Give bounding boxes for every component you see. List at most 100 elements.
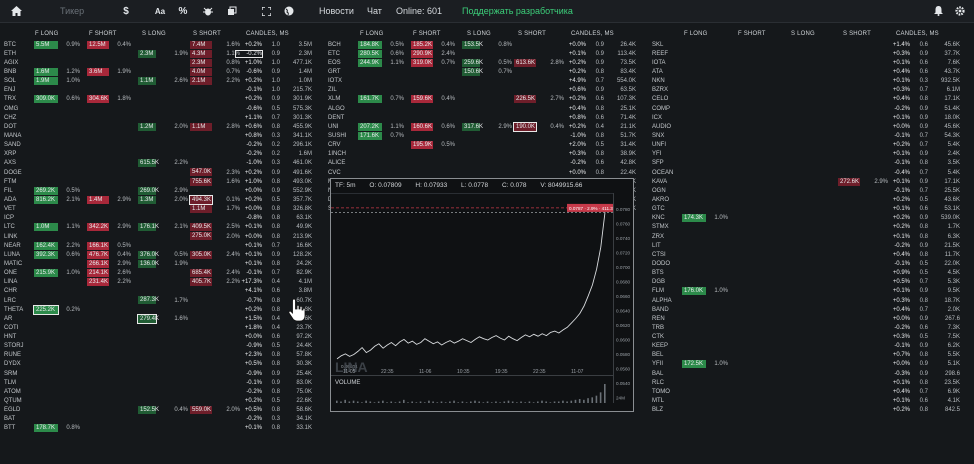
font-size-icon[interactable]: Aa xyxy=(152,3,168,19)
ticker-row[interactable]: LUNA 392.3K 0.6% 476.7K 0.4% 376.0K 0.5% 305.0K… xyxy=(4,250,324,259)
ticker-row[interactable]: DODO -0.1% 0.5 22.0K xyxy=(652,259,972,268)
ticker-row[interactable]: MATIC 266.1K 2.9% 136.0K 1.9% +0.1% 0.8 24.2K xyxy=(4,259,324,268)
ticker-row[interactable]: IOTA +0.1% 0.6 7.6K xyxy=(652,58,972,67)
ticker-row[interactable]: HNT +0.0% 0.6 97.2K xyxy=(4,333,324,342)
ticker-row[interactable]: EGLD 152.5K 0.4% 559.0K 2.0% +0.5% 0.8 58.6K xyxy=(4,406,324,415)
col1-header-candles[interactable]: CANDLES, MS xyxy=(246,31,289,37)
ticker-row[interactable]: SOL 1.9M 1.0% 1.1M 2.6% 2.1M 2.2% +0.2% 1.0 1.0M xyxy=(4,77,324,86)
ticker-row[interactable]: OGN -0.1% 0.7 25.5K xyxy=(652,186,972,195)
col3-header-s-short[interactable]: S SHORT xyxy=(843,31,871,37)
ticker-row[interactable]: LINK 275.0K 2.0% +0.0% 0.8 213.9K xyxy=(4,232,324,241)
ticker-row[interactable]: ZIL +0.6% 0.9 63.5K xyxy=(328,86,648,95)
ticker-row[interactable]: BAND +0.4% 0.7 2.0K xyxy=(652,305,972,314)
ticker-row[interactable]: MANA +0.8% 0.3 341.1K xyxy=(4,131,324,140)
ticker-row[interactable]: XLM 161.7K 0.7% 159.6K 0.4% 226.5K 2.7% +0.2% 0.… xyxy=(328,95,648,104)
ticker-row[interactable]: OCEAN -0.4% 0.7 5.4K xyxy=(652,168,972,177)
ticker-row[interactable]: DYDX +0.5% 0.8 30.3K xyxy=(4,360,324,369)
ticker-row[interactable]: BZRX +0.3% 0.7 6.1M xyxy=(652,86,972,95)
ticker-row[interactable]: KAVA 272.6K 2.9% +0.1% 0.9 17.1K xyxy=(652,177,972,186)
support-developer-link[interactable]: Поддержать разработчика xyxy=(462,6,573,16)
copy-icon[interactable] xyxy=(224,3,240,19)
ticker-row[interactable]: FLM 176.0K 1.0% +0.1% 0.9 9.5K xyxy=(652,287,972,296)
ticker-row[interactable]: LINA 231.4K 2.2% 405.7K 2.2% +17.3% 0.4 4.1M xyxy=(4,278,324,287)
ticker-row[interactable]: KEEP -0.1% 0.9 6.2K xyxy=(652,342,972,351)
ticker-row[interactable]: BAT -0.2% 0.3 34.1K xyxy=(4,415,324,424)
ticker-row[interactable]: SNX -0.1% 0.7 54.3K xyxy=(652,131,972,140)
ticker-row[interactable]: ATA +0.4% 0.6 43.7K xyxy=(652,67,972,76)
ticker-row[interactable]: ZRX +0.1% 0.8 6.3K xyxy=(652,232,972,241)
ticker-row[interactable]: YFII 172.5K 1.0% +0.0% 0.9 5.1K xyxy=(652,360,972,369)
ticker-row[interactable]: BLZ +0.2% 0.8 842.5 xyxy=(652,406,972,415)
ticker-row[interactable]: DGB +0.5% 0.7 5.3K xyxy=(652,278,972,287)
col2-header-f-long[interactable]: F LONG xyxy=(360,31,384,37)
ticker-row[interactable]: CHZ +1.1% 0.7 301.3K xyxy=(4,113,324,122)
ticker-row[interactable]: AR279.4K1.6%+1.5%0.4257.6K xyxy=(4,313,324,324)
ticker-row[interactable]: ALICE -0.2% 0.6 42.8K xyxy=(328,159,648,168)
ticker-row[interactable]: ATOM -0.2% 0.8 75.0K xyxy=(4,387,324,396)
ticker-row[interactable]: GTC +0.1% 0.6 53.1K xyxy=(652,205,972,214)
ticker-search-input[interactable] xyxy=(40,3,130,19)
col1-header-s-short[interactable]: S SHORT xyxy=(193,31,221,37)
ticker-row[interactable]: ETH 2.3M 1.9% 4.3M 1.1% -0.2% 0.9 2.3M xyxy=(4,49,324,58)
ticker-row[interactable]: BTS +0.9% 0.5 4.5K xyxy=(652,269,972,278)
ticker-row[interactable]: IOTX +4.9% 0.7 554.0K xyxy=(328,77,648,86)
ticker-row[interactable]: VET 1.1M 1.7% +0.0% 0.8 326.8K xyxy=(4,205,324,214)
col2-header-candles[interactable]: CANDLES, MS xyxy=(571,31,614,37)
ticker-row[interactable]: ONE 215.9K 1.0% 214.1K 2.6% 685.4K 2.4% -0.1% 0.… xyxy=(4,269,324,278)
ticker-row[interactable]: GRT 150.6K 0.7% +0.2% 0.8 83.4K xyxy=(328,67,648,76)
globe-icon[interactable] xyxy=(281,3,297,19)
ticker-row[interactable]: THETA225.2K0.2%+0.2%0.8152.8K xyxy=(4,304,324,315)
ticker-row[interactable]: BTC 5.5M 0.9% 12.5M 0.4% 7.4M 1.6% +0.2% 1.0 3.5M xyxy=(4,40,324,49)
ticker-row[interactable]: STORJ -0.9% 0.5 24.4K xyxy=(4,342,324,351)
ticker-row[interactable]: BAL -0.3% 0.9 298.6 xyxy=(652,369,972,378)
col2-header-s-long[interactable]: S LONG xyxy=(467,31,491,37)
ticker-row[interactable]: BNB 1.6M 1.2% 3.6M 1.9% 4.0M 0.7% -0.6% 0.9 1.4M xyxy=(4,67,324,76)
ticker-row[interactable]: ENJ -0.1% 1.0 215.7K xyxy=(4,86,324,95)
col1-header-s-long[interactable]: S LONG xyxy=(142,31,166,37)
ticker-row[interactable]: LRC 287.3K 1.7% -0.7% 0.8 60.7K xyxy=(4,296,324,305)
ticker-row[interactable]: TLM -0.1% 0.9 83.0K xyxy=(4,378,324,387)
ticker-row[interactable]: BEL +0.7% 0.8 5.5K xyxy=(652,351,972,360)
ticker-row[interactable]: ALPHA +0.3% 0.8 18.7K xyxy=(652,296,972,305)
col2-header-s-short[interactable]: S SHORT xyxy=(518,31,546,37)
ticker-row[interactable]: AUDIO +0.0% 0.9 45.6K xyxy=(652,122,972,131)
ticker-row[interactable]: 1INCH +0.3% 0.8 38.9K xyxy=(328,150,648,159)
ticker-row[interactable]: SAND -0.2% 0.2 296.1K xyxy=(4,141,324,150)
ticker-row[interactable]: REEF +0.3% 0.9 37.7K xyxy=(652,49,972,58)
col3-header-candles[interactable]: CANDLES, MS xyxy=(896,31,939,37)
ticker-row[interactable]: ALGO +0.4% 0.8 25.1K xyxy=(328,104,648,113)
ticker-row[interactable]: BTT 178.7K 0.8% +0.1% 0.8 33.1K xyxy=(4,424,324,433)
price-chart[interactable]: 0.0787 · 2.9% · 411.3K · 0.07750.05504LI… xyxy=(331,193,613,373)
ticker-row[interactable]: ICP -0.8% 0.8 63.1K xyxy=(4,214,324,223)
ticker-row[interactable]: AKRO +0.2% 0.5 43.6K xyxy=(652,195,972,204)
ticker-row[interactable]: AGIX 2.3M 0.8% +1.0% 1.0 477.1K xyxy=(4,58,324,67)
ticker-row[interactable]: AXS 615.5K 2.2% -1.0% 0.3 461.0K xyxy=(4,159,324,168)
ticker-row[interactable]: CRV 195.9K 0.5% +2.0% 0.5 31.4K xyxy=(328,141,648,150)
bell-icon[interactable] xyxy=(930,3,946,19)
col1-header-f-short[interactable]: F SHORT xyxy=(89,31,117,37)
ticker-row[interactable]: REN +0.0% 0.9 267.6 xyxy=(652,314,972,323)
ticker-row[interactable]: OMG -0.6% 0.5 575.3K xyxy=(4,104,324,113)
ticker-row[interactable]: SKL +1.4% 0.6 45.6K xyxy=(652,40,972,49)
ticker-row[interactable]: CTK +0.3% 0.5 7.5K xyxy=(652,333,972,342)
chat-link[interactable]: Чат xyxy=(367,6,382,16)
ticker-row[interactable]: NEAR 162.4K 2.2% 166.1K 0.5% +0.1% 0.7 16.6K xyxy=(4,241,324,250)
ticker-row[interactable]: ADA 816.2K 2.1% 1.4M 2.9% 1.3M 2.0% 494.3K 0.1% +… xyxy=(4,194,324,205)
ticker-row[interactable]: BCH 184.8K 0.5% 185.2K 0.4% 153.5K 0.8% +0.0% 0.… xyxy=(328,40,648,49)
ticker-row[interactable]: FIL 269.2K 0.5% 269.0K 2.9% +0.0% 0.9 552.9K xyxy=(4,186,324,195)
ticker-row[interactable]: DOGE 547.0K 2.3% +0.2% 0.9 491.6K xyxy=(4,168,324,177)
ticker-row[interactable]: UNFI +0.2% 0.7 5.4K xyxy=(652,141,972,150)
ticker-row[interactable]: KNC 174.3K 1.0% +0.2% 0.9 539.0K xyxy=(652,214,972,223)
ticker-row[interactable]: CVC +0.0% 0.8 22.4K xyxy=(328,168,648,177)
ticker-row[interactable]: CELO +0.4% 0.8 17.1K xyxy=(652,95,972,104)
bug-icon[interactable] xyxy=(200,3,216,19)
ticker-row[interactable]: ICX +0.1% 0.9 18.0K xyxy=(652,113,972,122)
col2-header-f-short[interactable]: F SHORT xyxy=(413,31,441,37)
col3-header-f-long[interactable]: F LONG xyxy=(684,31,708,37)
ticker-row[interactable]: LIT -0.2% 0.9 21.5K xyxy=(652,241,972,250)
ticker-row[interactable]: CTSI +0.4% 0.8 11.7K xyxy=(652,250,972,259)
gear-icon[interactable] xyxy=(952,3,968,19)
ticker-row[interactable]: QTUM +0.2% 0.5 22.6K xyxy=(4,396,324,405)
ticker-row[interactable]: DENT +0.8% 0.6 71.4K xyxy=(328,113,648,122)
ticker-row[interactable]: EOS 244.9K 1.1% 319.0K 0.7% 259.6K 0.5% 613.6K 2… xyxy=(328,58,648,67)
